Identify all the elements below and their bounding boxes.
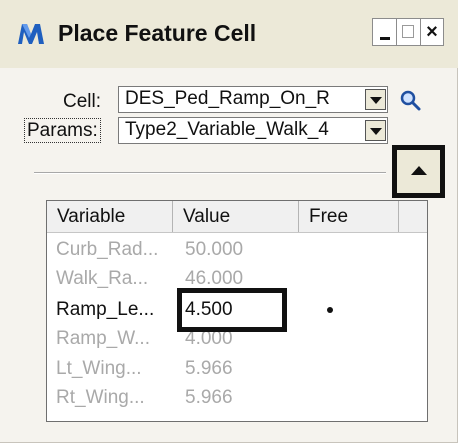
variable-value: 5.966 (185, 358, 233, 379)
variable-value: 5.966 (185, 387, 233, 408)
table-row[interactable]: Lt_Wing... 5.966 (47, 357, 427, 381)
collapse-button[interactable] (392, 145, 445, 198)
search-icon[interactable] (398, 88, 424, 114)
variable-name: Walk_Ra... (56, 268, 149, 289)
column-header-value[interactable]: Value (173, 201, 299, 232)
cell-dropdown[interactable]: DES_Ped_Ramp_On_R (118, 86, 388, 113)
variable-name: Ramp_W... (56, 328, 150, 349)
cell-value: DES_Ped_Ramp_On_R (125, 88, 330, 109)
place-feature-cell-window: Place Feature Cell × Cell: DES_Ped_Ramp_… (0, 0, 458, 443)
cell-label: Cell: (63, 91, 102, 112)
value-highlight-box (177, 288, 287, 332)
free-indicator[interactable] (327, 307, 333, 313)
column-header-free[interactable]: Free (299, 201, 399, 232)
variable-name: Rt_Wing... (56, 387, 145, 408)
close-button[interactable]: × (420, 18, 444, 46)
bentley-m-icon (18, 24, 44, 44)
params-dropdown[interactable]: Type2_Variable_Walk_4 (118, 117, 388, 144)
table-row[interactable]: Rt_Wing... 5.966 (47, 386, 427, 410)
chevron-down-icon[interactable] (365, 120, 386, 141)
variable-name: Curb_Rad... (56, 239, 159, 260)
maximize-button[interactable] (396, 18, 420, 46)
params-value: Type2_Variable_Walk_4 (125, 119, 329, 140)
window-title: Place Feature Cell (58, 20, 257, 46)
params-label: Params: (24, 118, 101, 143)
close-icon: × (426, 21, 438, 43)
separator (34, 172, 386, 174)
table-row[interactable]: Curb_Rad... 50.000 (47, 238, 427, 262)
chevron-down-icon[interactable] (365, 89, 386, 110)
variable-value: 50.000 (185, 239, 244, 260)
minimize-button[interactable] (372, 18, 396, 46)
column-header-variable[interactable]: Variable (47, 201, 173, 232)
variable-name: Ramp_Le... (56, 299, 155, 320)
variable-name: Lt_Wing... (56, 358, 142, 379)
table-header: Variable Value Free (47, 201, 427, 233)
title-bar[interactable]: Place Feature Cell × (0, 0, 458, 68)
